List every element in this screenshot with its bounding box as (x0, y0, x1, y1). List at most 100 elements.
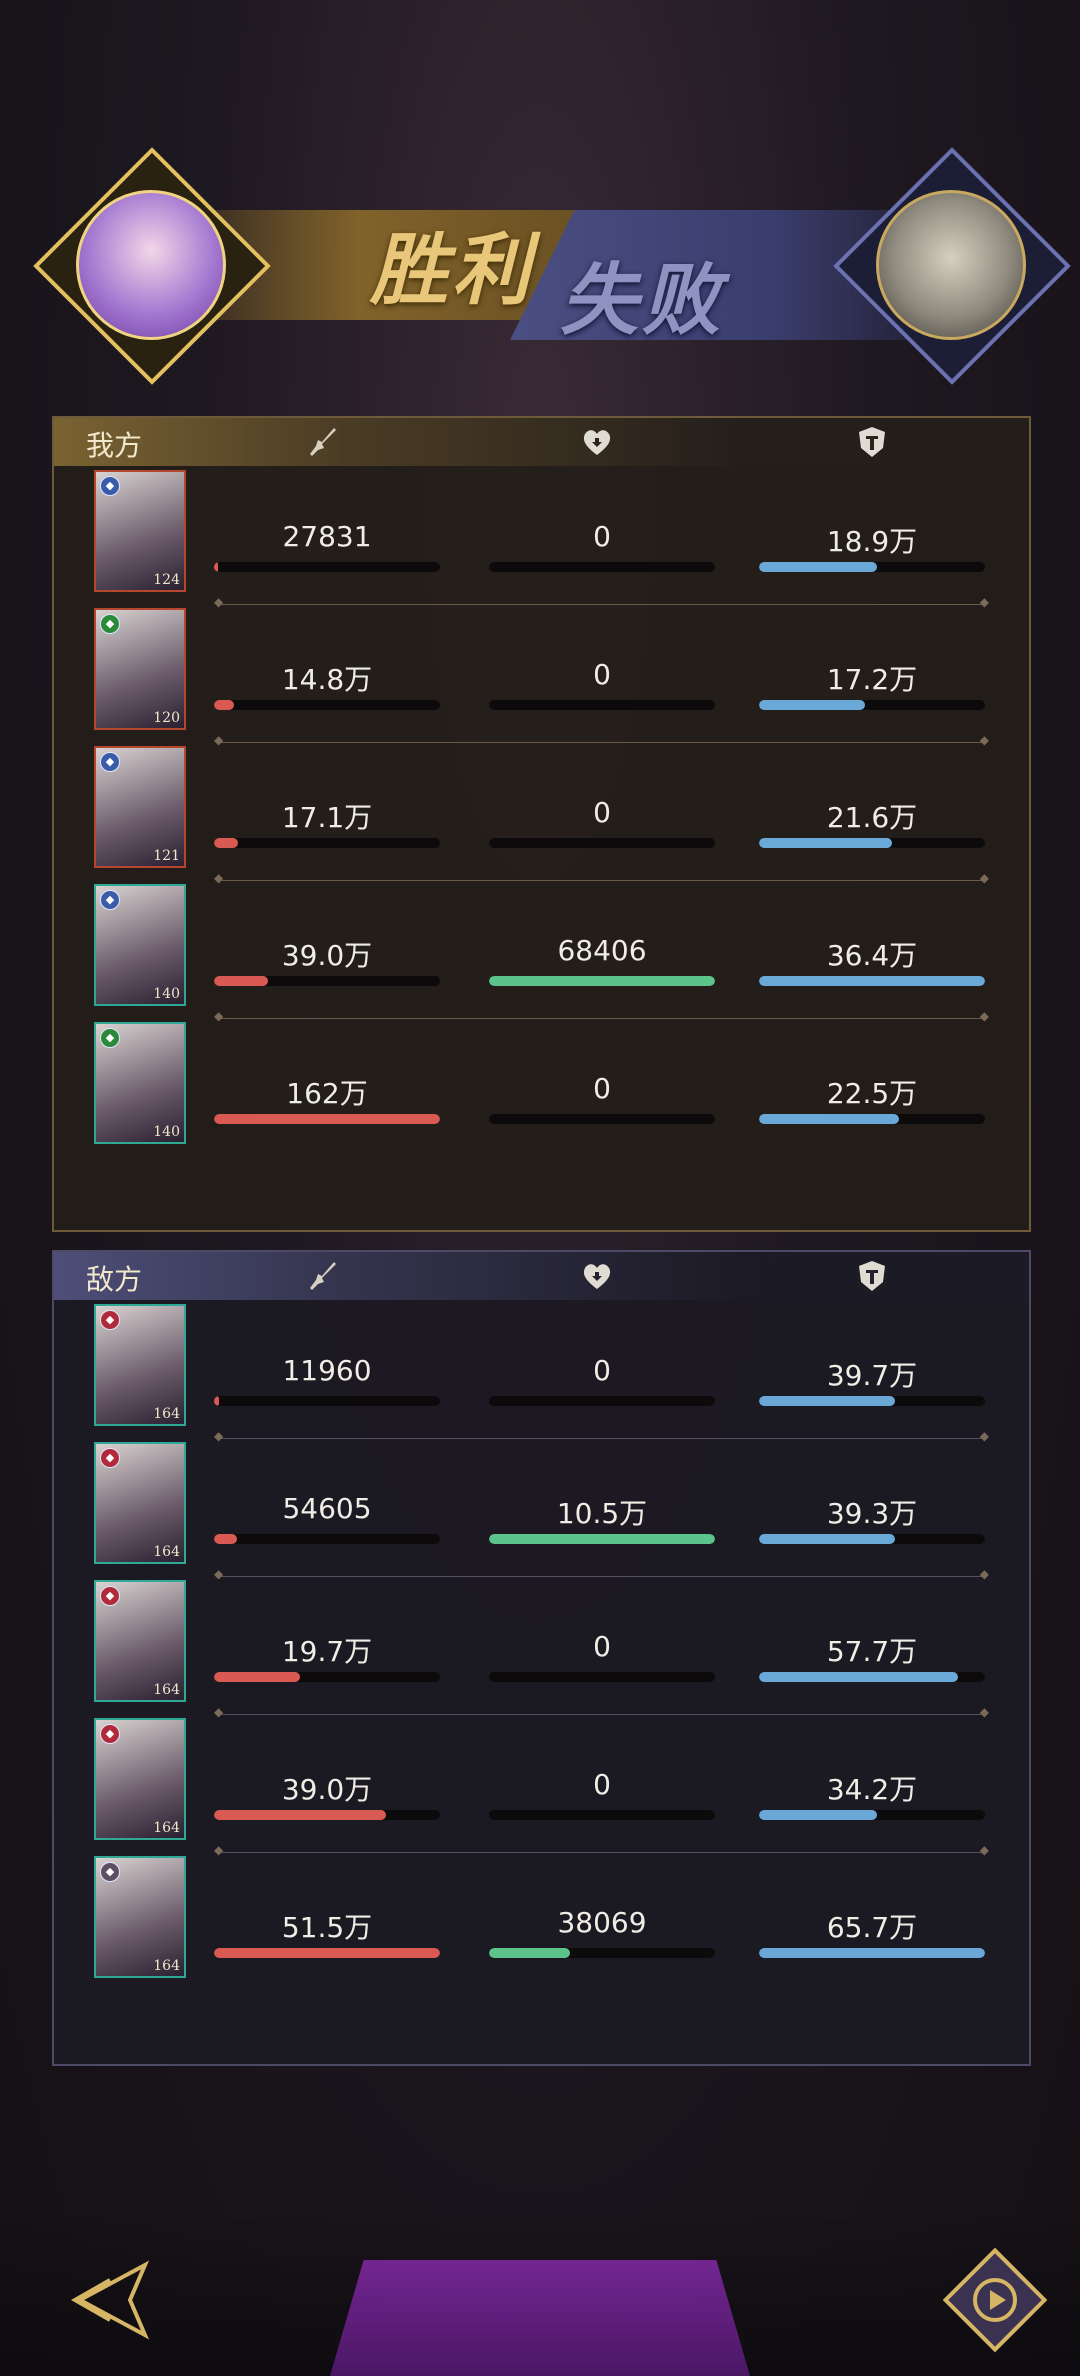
row-divider (214, 1009, 989, 1023)
tank-stat: 57.7万 (759, 1630, 985, 1682)
player-avatar[interactable] (76, 190, 226, 340)
damage-bar (214, 1948, 440, 1958)
tank-value: 65.7万 (826, 1911, 918, 1944)
damage-value: 54605 (282, 1492, 372, 1525)
enemy-avatar[interactable] (876, 190, 1026, 340)
damage-stat: 11960 (214, 1354, 440, 1406)
heal-bar (489, 700, 715, 710)
damage-bar (214, 1672, 440, 1682)
hero-portrait[interactable]: ◆ 124 (94, 470, 186, 592)
hero-level: 164 (153, 1682, 180, 1698)
damage-bar-fill (214, 1534, 237, 1544)
heal-bar (489, 1672, 715, 1682)
tank-bar-fill (759, 838, 893, 848)
heal-stat: 0 (489, 1630, 715, 1682)
tank-bar-fill (759, 562, 877, 572)
damage-value: 39.0万 (281, 939, 373, 972)
enemy-team-header: 敌方 (54, 1252, 1029, 1300)
heal-bar (489, 976, 715, 986)
our-team-header: 我方 (54, 418, 1029, 466)
hero-portrait[interactable]: ◆ 164 (94, 1580, 186, 1702)
heal-stat: 0 (489, 1072, 715, 1124)
damage-bar-fill (214, 1672, 300, 1682)
hero-portrait[interactable]: ◆ 120 (94, 608, 186, 730)
hero-level: 164 (153, 1958, 180, 1974)
hero-portrait[interactable]: ◆ 121 (94, 746, 186, 868)
faction-badge-icon: ◆ (100, 1028, 120, 1048)
hero-portrait[interactable]: ◆ 164 (94, 1856, 186, 1978)
stat-row: ◆ 140 39.0万 68406 36.4万 (54, 884, 1029, 1023)
damage-bar (214, 1396, 440, 1406)
faction-badge-icon: ◆ (100, 1862, 120, 1882)
heal-stat: 0 (489, 796, 715, 848)
row-divider (214, 1705, 989, 1719)
hero-level: 164 (153, 1544, 180, 1560)
damage-stat: 14.8万 (214, 658, 440, 710)
tank-stat: 39.3万 (759, 1492, 985, 1544)
stat-row: ◆ 164 19.7万 0 57.7万 (54, 1580, 1029, 1719)
hero-portrait[interactable]: ◆ 164 (94, 1304, 186, 1426)
row-divider (214, 1843, 989, 1857)
tank-stat: 22.5万 (759, 1072, 985, 1124)
tank-value: 18.9万 (826, 525, 918, 558)
tank-bar (759, 1948, 985, 1958)
damage-bar (214, 700, 440, 710)
stat-row: ◆ 164 11960 0 39.7万 (54, 1304, 1029, 1443)
damage-bar-fill (214, 1948, 440, 1958)
continue-button[interactable] (330, 2260, 750, 2376)
tank-bar (759, 1396, 985, 1406)
heal-bar-fill (489, 1948, 571, 1958)
heal-stat: 0 (489, 658, 715, 710)
enemy-team-label: 敌方 (86, 1263, 143, 1296)
tank-stat: 36.4万 (759, 934, 985, 986)
damage-value: 14.8万 (281, 663, 373, 696)
stat-row: ◆ 164 54605 10.5万 39.3万 (54, 1442, 1029, 1581)
damage-stat: 162万 (214, 1072, 440, 1124)
row-divider (214, 1567, 989, 1581)
hero-portrait[interactable]: ◆ 140 (94, 884, 186, 1006)
damage-bar-fill (214, 562, 218, 572)
tank-bar (759, 838, 985, 848)
tank-bar (759, 700, 985, 710)
damage-bar (214, 562, 440, 572)
damage-bar-fill (214, 700, 235, 710)
damage-stat: 51.5万 (214, 1906, 440, 1958)
damage-stat: 54605 (214, 1492, 440, 1544)
hero-portrait[interactable]: ◆ 164 (94, 1442, 186, 1564)
heal-value: 10.5万 (556, 1497, 648, 1530)
faction-badge-icon: ◆ (100, 752, 120, 772)
heal-bar (489, 1114, 715, 1124)
hero-level: 121 (153, 848, 180, 864)
row-divider (214, 1429, 989, 1443)
tank-bar (759, 1534, 985, 1544)
damage-bar-fill (214, 1114, 440, 1124)
row-divider (214, 595, 989, 609)
tank-bar-fill (759, 1810, 877, 1820)
tank-value: 22.5万 (826, 1077, 918, 1110)
tank-value: 21.6万 (826, 801, 918, 834)
tank-bar (759, 1810, 985, 1820)
tank-bar-fill (759, 1672, 958, 1682)
back-button[interactable] (50, 2245, 160, 2355)
stat-row: ◆ 121 17.1万 0 21.6万 (54, 746, 1029, 885)
hero-portrait[interactable]: ◆ 164 (94, 1718, 186, 1840)
tank-value: 36.4万 (826, 939, 918, 972)
damage-bar (214, 838, 440, 848)
damage-bar-fill (214, 1396, 219, 1406)
hero-portrait[interactable]: ◆ 140 (94, 1022, 186, 1144)
tank-value: 39.7万 (826, 1359, 918, 1392)
heal-bar-fill (489, 976, 715, 986)
heal-bar (489, 838, 715, 848)
damage-bar (214, 1534, 440, 1544)
shield-icon (854, 424, 890, 460)
heal-stat: 10.5万 (489, 1492, 715, 1544)
tank-value: 17.2万 (826, 663, 918, 696)
heal-bar-fill (489, 1534, 715, 1544)
heal-value: 0 (593, 1354, 611, 1387)
tank-bar (759, 562, 985, 572)
replay-button[interactable] (940, 2245, 1050, 2355)
tank-bar-fill (759, 976, 985, 986)
stat-row: ◆ 164 51.5万 38069 65.7万 (54, 1856, 1029, 1986)
tank-stat: 65.7万 (759, 1906, 985, 1958)
damage-bar (214, 1810, 440, 1820)
